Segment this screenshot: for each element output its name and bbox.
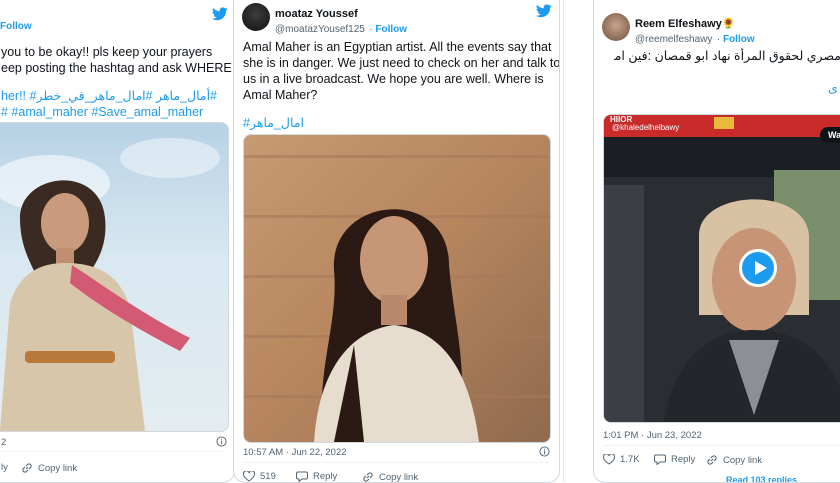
reply-label: Reply <box>671 454 696 465</box>
tweet-line: you to be okay!! pls keep your prayers <box>1 45 213 59</box>
tweet-card-1: Follow · you to be okay!! pls keep your … <box>0 0 235 483</box>
reply-icon <box>654 454 666 465</box>
play-icon <box>754 260 768 276</box>
video-channel-label: @khaledelhelbawy <box>612 123 680 132</box>
like-count: 519 <box>260 471 276 482</box>
copy-link-button[interactable]: Copy link <box>21 462 77 474</box>
tweet-line: she is in danger. We just need to check … <box>243 56 560 70</box>
copy-link-label: Copy link <box>723 454 763 466</box>
reply-button[interactable]: Reply <box>654 454 695 465</box>
woman-photo-illustration <box>244 155 550 442</box>
tweet-hashtag-fragment[interactable]: ی <box>828 80 838 95</box>
copy-link-label: Copy link <box>38 462 78 474</box>
link-icon <box>21 462 33 474</box>
heart-icon <box>603 454 615 465</box>
play-button[interactable] <box>739 249 777 287</box>
reply-icon <box>296 471 308 482</box>
avatar[interactable] <box>602 13 630 41</box>
copy-link-button[interactable]: Copy link <box>706 454 762 466</box>
follow-button[interactable]: Follow <box>375 24 407 35</box>
tweet-video[interactable]: HIIOR @khaledelhelbawy Wa <box>603 114 840 423</box>
author-handle-row: @moatazYousef125 · Follow <box>275 19 407 37</box>
column-divider <box>563 0 564 482</box>
tweet-hashtag[interactable]: #امال_ماهر <box>243 115 559 131</box>
divider <box>243 462 549 463</box>
divider <box>603 445 840 446</box>
copy-link-label: Copy link <box>379 471 419 483</box>
info-icon[interactable] <box>216 436 227 447</box>
info-icon[interactable] <box>539 446 550 457</box>
heart-icon <box>243 471 255 482</box>
tweet-text-rtl: مصري لحقوق المرأة نهاد ابو قمصان :فين ام… <box>614 49 840 63</box>
tweet-timestamp[interactable]: 1:01 PM · Jun 23, 2022 <box>603 430 702 441</box>
tweet-text: you to be okay!! pls keep your prayers e… <box>1 44 235 120</box>
tweet-text: Amal Maher is an Egyptian artist. All th… <box>243 39 560 131</box>
reply-button[interactable]: Reply <box>296 471 337 482</box>
reply-label: ly <box>1 462 8 473</box>
tweet-hashtag-line[interactable]: her!! #أمال_ماهر #امال_ماهر_في_خطر# <box>1 88 234 104</box>
link-icon <box>362 471 374 482</box>
tweet-card-3: Reem Elfeshawy🌻 @reemelfeshawy · Follow … <box>593 0 840 483</box>
tweet-line: us in a live broadcast. We hope you are … <box>243 72 544 86</box>
reply-label: Reply <box>313 471 338 482</box>
tweet-timestamp[interactable]: 10:57 AM · Jun 22, 2022 <box>243 447 347 458</box>
video-thumbnail-illustration <box>604 115 840 422</box>
twitter-logo-icon[interactable] <box>536 4 552 18</box>
follow-button[interactable]: Follow <box>723 34 755 45</box>
like-button[interactable]: 519 <box>243 471 276 482</box>
tweet-line: Amal Maher? <box>243 88 318 102</box>
avatar[interactable] <box>242 3 270 31</box>
woman-photo-illustration <box>0 138 220 431</box>
tweet-card-2: moataz Youssef @moatazYousef125 · Follow… <box>233 0 560 483</box>
like-button[interactable]: 1.7K <box>603 454 640 465</box>
twitter-logo-icon[interactable] <box>212 7 228 21</box>
video-chip[interactable]: Wa <box>820 127 840 143</box>
tweet-timestamp[interactable]: 2 <box>1 437 6 448</box>
tweet-line: Amal Maher is an Egyptian artist. All th… <box>243 40 552 54</box>
like-count: 1.7K <box>620 454 640 465</box>
tweet-photo[interactable] <box>243 134 551 443</box>
link-icon <box>706 454 718 466</box>
copy-link-button[interactable]: Copy link <box>362 471 419 483</box>
author-handle-row: @reemelfeshawy · Follow <box>635 29 755 47</box>
follow-button[interactable]: Follow <box>0 21 32 32</box>
author-handle[interactable]: @reemelfeshawy <box>635 34 712 45</box>
tweet-photo[interactable] <box>0 122 229 432</box>
reply-button[interactable]: ly <box>1 462 8 473</box>
tweet-line: eep posting the hashtag and ask WHERE IS <box>1 61 235 75</box>
divider <box>0 451 225 452</box>
author-handle[interactable]: @moatazYousef125 <box>275 24 365 35</box>
tweet-hashtag-line[interactable]: # #amal_maher #Save_amal_maher <box>1 104 234 120</box>
